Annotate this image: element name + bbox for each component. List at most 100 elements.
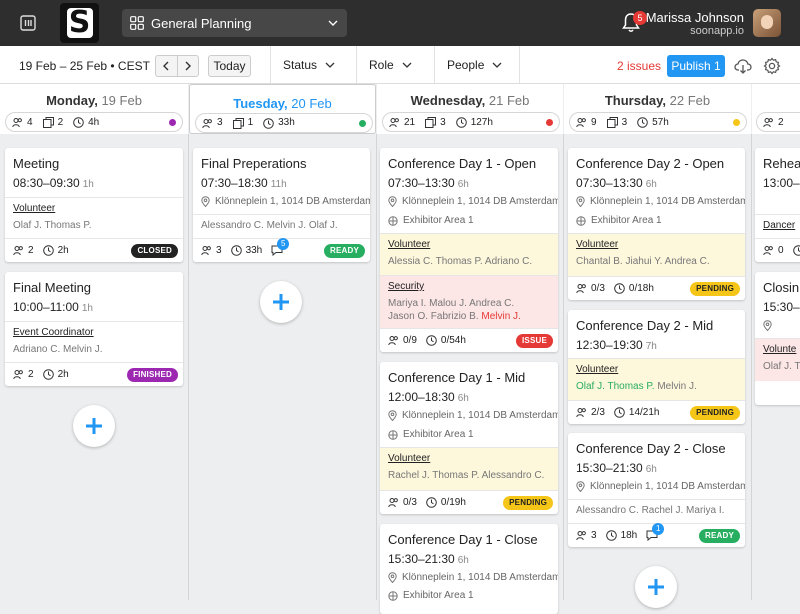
shift-title: Conference Day 1 - Close [388,532,538,547]
day-name: Wednesday, [410,93,486,108]
people-count: 2 [28,369,34,380]
shifts-icon [606,116,618,128]
role-name[interactable]: Event Coordinator [13,327,175,338]
card-footer: 0/9 0/54h ISSUE [380,328,558,352]
shift-title: Conference Day 2 - Close [576,441,726,456]
area-text: Exhibitor Area 1 [403,590,474,601]
chevron-down-icon [328,20,338,26]
people-filter-label: People [447,57,485,72]
status-badge: CLOSED [131,244,178,258]
assigned-people: Adriano C. Melvin J. [13,344,103,355]
day-stats: 21 3 127h [382,112,560,132]
shift-card-final-preperations[interactable]: Final Preperations 07:30–18:30 11h Klönne… [193,148,370,262]
gear-icon[interactable] [763,57,781,75]
column-divider [563,134,564,600]
location: Klönneplein 1, 1014 DB Amsterdam [388,410,558,421]
sidebar-toggle-button[interactable] [8,6,48,40]
clock-icon [426,497,437,508]
day-stats: 2 [756,112,800,132]
column-divider [751,134,752,600]
role-block: Volunteer Olaf J. Thomas P. [5,197,183,238]
people-count: 2 [778,116,784,128]
user-name[interactable]: Marissa Johnson [646,10,744,25]
role-name[interactable]: Volunte [763,344,800,355]
shift-duration: 6h [457,555,469,566]
day-stats: 4 2 4h [5,112,183,132]
date-range: 19 Feb – 25 Feb • CEST [19,59,150,73]
role-name[interactable]: Volunteer [388,239,550,250]
shift-card-conference-day-2-close[interactable]: Conference Day 2 - Close 15:30–21:30 6h K… [568,433,745,547]
add-shift-button[interactable] [260,281,302,323]
status-filter[interactable]: Status [270,46,357,83]
location: Klönneplein 1, 1014 DB Amsterdam [576,196,745,207]
avatar[interactable] [753,9,781,37]
hours-total: 33h [278,117,295,128]
assigned-people: Olaf J. T [763,361,800,372]
area-icon [388,590,398,601]
day-header-tuesday: Tuesday, 20 Feb 3 1 33h [189,84,376,134]
people-count: 0/3 [591,283,605,294]
shift-duration: 6h [457,393,469,404]
hours-total: 2h [57,245,69,256]
today-button[interactable]: Today [208,55,251,77]
people-filter[interactable]: People [434,46,520,83]
shift-card-final-meeting[interactable]: Final Meeting 10:00–11:00 1h Event Coordi… [5,272,183,386]
shift-card-conference-day-1-mid[interactable]: Conference Day 1 - Mid 12:00–18:30 6h Klö… [380,362,558,514]
shift-card-conference-day-2-mid[interactable]: Conference Day 2 - Mid 12:30–19:30 7h Vol… [568,310,745,424]
day-stats: 9 3 57h [569,112,747,132]
shift-card-closing[interactable]: Closin 15:30– Volunte Olaf J. T [755,272,800,405]
assigned-people: Mariya I. Malou J. Andrea C. [388,298,515,309]
shift-time-range: 15:30–21:30 [388,552,455,566]
role-filter[interactable]: Role [356,46,434,83]
next-week-button[interactable] [178,56,199,76]
status-badge: READY [698,529,740,543]
add-shift-button[interactable] [73,405,115,447]
shift-title: Rehear [763,156,800,171]
role-name[interactable]: Volunteer [576,239,737,250]
people-count: 4 [27,116,33,128]
assigned-people: Melvin J. [657,381,697,392]
shift-card-rehearsal[interactable]: Rehear 13:00–1 Dancer 0 [755,148,800,262]
shift-card-meeting[interactable]: Meeting 08:30–09:30 1h Volunteer Olaf J. T… [5,148,183,262]
role-name[interactable]: Dancer [763,220,800,231]
shift-card-conference-day-1-open[interactable]: Conference Day 1 - Open 07:30–13:30 6h Kl… [380,148,558,352]
add-shift-button[interactable] [635,566,677,608]
shift-duration: 6h [645,464,657,475]
role-block: Volunteer Chantal B. Jiahui Y. Andrea C. [568,233,745,276]
chevron-down-icon [325,62,335,68]
status-badge: PENDING [690,282,740,296]
chevron-left-icon [163,61,169,71]
publish-button[interactable]: Publish 1 [667,55,725,77]
shift-time: 12:00–18:30 6h [388,390,469,404]
role-name[interactable]: Security [388,281,550,292]
issues-link[interactable]: 2 issues [617,59,661,73]
location-text: Klönneplein 1, 1014 DB Amsterdam [402,196,558,207]
app-logo[interactable]: S [60,3,99,43]
area: Exhibitor Area 1 [576,215,662,226]
hours-total: 14/21h [628,407,660,418]
location [763,320,777,331]
chevron-down-icon [402,62,412,68]
people-icon [763,246,773,256]
project-selector[interactable]: General Planning [122,9,347,37]
cloud-download-icon[interactable] [734,58,752,74]
week-navigation [155,55,199,77]
card-footer: 3 18h 1 READY [568,523,745,547]
day-header-friday: 2 [752,84,800,134]
previous-week-button[interactable] [156,56,178,76]
sidebar-icon [20,15,36,31]
chevron-down-icon [492,62,502,68]
day-stats: 3 1 33h [195,113,373,133]
role-name[interactable]: Volunteer [13,203,175,214]
day-name: Tuesday, [233,96,288,111]
role-name[interactable]: Volunteer [388,453,550,464]
status-badge: READY [323,244,365,258]
day-name: Thursday, [604,93,667,108]
shift-card-conference-day-2-open[interactable]: Conference Day 2 - Open 07:30–13:30 6h Kl… [568,148,745,300]
location: Klönneplein 1, 1014 DB Amsterdam [201,196,370,207]
top-bar: S General Planning 5 Marissa Johnson soo… [0,0,800,46]
role-name[interactable]: Volunteer [576,364,737,375]
role-filter-label: Role [369,57,394,72]
shift-card-conference-day-1-close[interactable]: Conference Day 1 - Close 15:30–21:30 6h K… [380,524,558,614]
role-block: Alessandro C. Melvin J. Olaf J. [193,214,370,238]
